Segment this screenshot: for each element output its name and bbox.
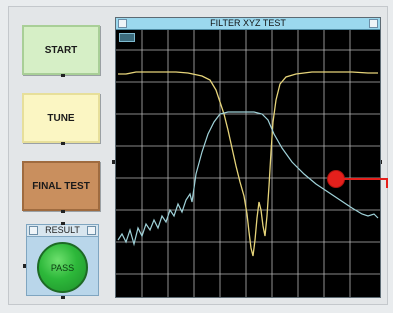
start-button-label: START [44,44,78,56]
result-indicator: RESULT PASS [26,224,99,296]
button-notch [61,142,65,145]
result-tick-bottom [61,296,65,299]
result-title: RESULT [45,225,80,235]
maximize-icon[interactable] [87,226,96,235]
scope-grid [116,30,380,297]
scope-plot [116,30,380,297]
pass-label: PASS [50,262,75,273]
final-test-button-label: FINAL TEST [32,180,90,192]
maximize-icon[interactable] [369,19,378,28]
response-trace-yellow [118,71,378,257]
button-notch [61,210,65,213]
tune-button[interactable]: TUNE [22,93,100,145]
minimize-icon[interactable] [118,19,127,28]
result-tick-top [61,222,65,225]
test-point-marker [328,171,344,187]
minimize-icon[interactable] [29,226,38,235]
oscilloscope-window[interactable]: FILTER XYZ TEST [115,17,381,298]
start-button[interactable]: START [22,25,100,77]
marker-leader-drop [386,178,388,188]
result-tick-left [23,264,26,268]
tune-button-label: TUNE [47,112,75,124]
scope-title: FILTER XYZ TEST [210,18,286,28]
final-test-button[interactable]: FINAL TEST [22,161,100,213]
pass-led: PASS [37,242,88,293]
marker-leader-line [344,178,388,180]
button-notch [61,74,65,77]
scope-title-bar: FILTER XYZ TEST [116,18,380,30]
result-title-bar: RESULT [27,225,98,237]
